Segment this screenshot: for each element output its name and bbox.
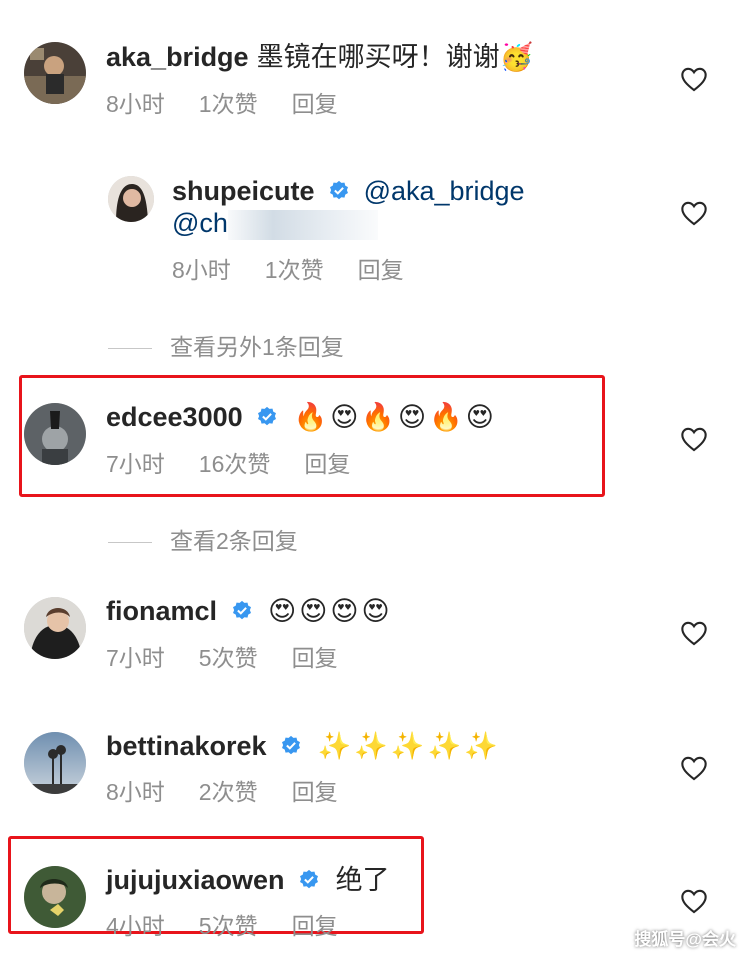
like-count[interactable]: 5次赞 bbox=[199, 912, 258, 940]
avatar[interactable] bbox=[108, 176, 154, 222]
avatar[interactable] bbox=[24, 732, 86, 794]
verified-badge-icon bbox=[258, 406, 277, 426]
comment-emojis: 🔥😍🔥😍🔥😍 bbox=[293, 402, 497, 432]
like-count[interactable]: 5次赞 bbox=[199, 644, 258, 672]
view-more-replies[interactable]: 查看2条回复 bbox=[108, 522, 298, 556]
comment-time: 7小时 bbox=[106, 451, 165, 477]
verified-badge-icon bbox=[330, 180, 349, 200]
like-count[interactable]: 2次赞 bbox=[199, 778, 258, 806]
reply-button[interactable]: 回复 bbox=[358, 256, 404, 284]
comment-time: 7小时 bbox=[106, 645, 165, 671]
like-count[interactable]: 16次赞 bbox=[199, 450, 271, 478]
divider bbox=[108, 348, 152, 350]
verified-badge-icon bbox=[282, 735, 301, 755]
mention-link[interactable]: @aka_bridge bbox=[364, 176, 525, 206]
verified-badge-icon bbox=[232, 600, 251, 620]
heart-icon[interactable] bbox=[680, 888, 708, 914]
like-count[interactable]: 1次赞 bbox=[265, 256, 324, 284]
comment-time: 8小时 bbox=[106, 779, 165, 805]
like-count[interactable]: 1次赞 bbox=[199, 90, 258, 118]
reply-button[interactable]: 回复 bbox=[292, 912, 338, 940]
avatar[interactable] bbox=[24, 597, 86, 659]
blurred-username bbox=[227, 209, 378, 240]
comment-time: 8小时 bbox=[106, 91, 165, 117]
avatar[interactable] bbox=[24, 866, 86, 928]
party-emoji: 🥳 bbox=[499, 42, 534, 72]
view-more-replies[interactable]: 查看另外1条回复 bbox=[108, 328, 344, 362]
divider bbox=[108, 542, 152, 544]
username[interactable]: shupeicute bbox=[172, 176, 315, 206]
highlight-box bbox=[19, 375, 605, 497]
username[interactable]: aka_bridge bbox=[106, 42, 249, 72]
username[interactable]: bettinakorek bbox=[106, 731, 267, 761]
username[interactable]: edcee3000 bbox=[106, 402, 243, 432]
username[interactable]: fionamcl bbox=[106, 596, 217, 626]
verified-badge-icon bbox=[300, 869, 319, 889]
avatar[interactable] bbox=[24, 42, 86, 104]
reply-button[interactable]: 回复 bbox=[292, 778, 338, 806]
comment-text: 墨镜在哪买呀！谢谢 bbox=[256, 42, 500, 72]
heart-icon[interactable] bbox=[680, 200, 708, 226]
heart-icon[interactable] bbox=[680, 755, 708, 781]
comment-time: 4小时 bbox=[106, 913, 165, 939]
comment-emojis: ✨✨✨✨✨ bbox=[317, 731, 501, 761]
username[interactable]: jujujuxiaowen bbox=[106, 865, 285, 895]
avatar[interactable] bbox=[24, 403, 86, 465]
view-more-label: 查看2条回复 bbox=[170, 528, 298, 554]
heart-icon[interactable] bbox=[680, 426, 708, 452]
comment-emojis: 😍😍😍😍 bbox=[268, 596, 393, 626]
heart-icon[interactable] bbox=[680, 620, 708, 646]
watermark: 搜狐号@会火 bbox=[634, 930, 736, 949]
comment-time: 8小时 bbox=[172, 257, 231, 283]
mention-link[interactable]: @ch bbox=[172, 208, 228, 238]
comment-text: 绝了 bbox=[335, 865, 390, 895]
reply-button[interactable]: 回复 bbox=[292, 644, 338, 672]
reply-button[interactable]: 回复 bbox=[304, 450, 350, 478]
reply-button[interactable]: 回复 bbox=[292, 90, 338, 118]
heart-icon[interactable] bbox=[680, 66, 708, 92]
view-more-label: 查看另外1条回复 bbox=[170, 334, 344, 360]
